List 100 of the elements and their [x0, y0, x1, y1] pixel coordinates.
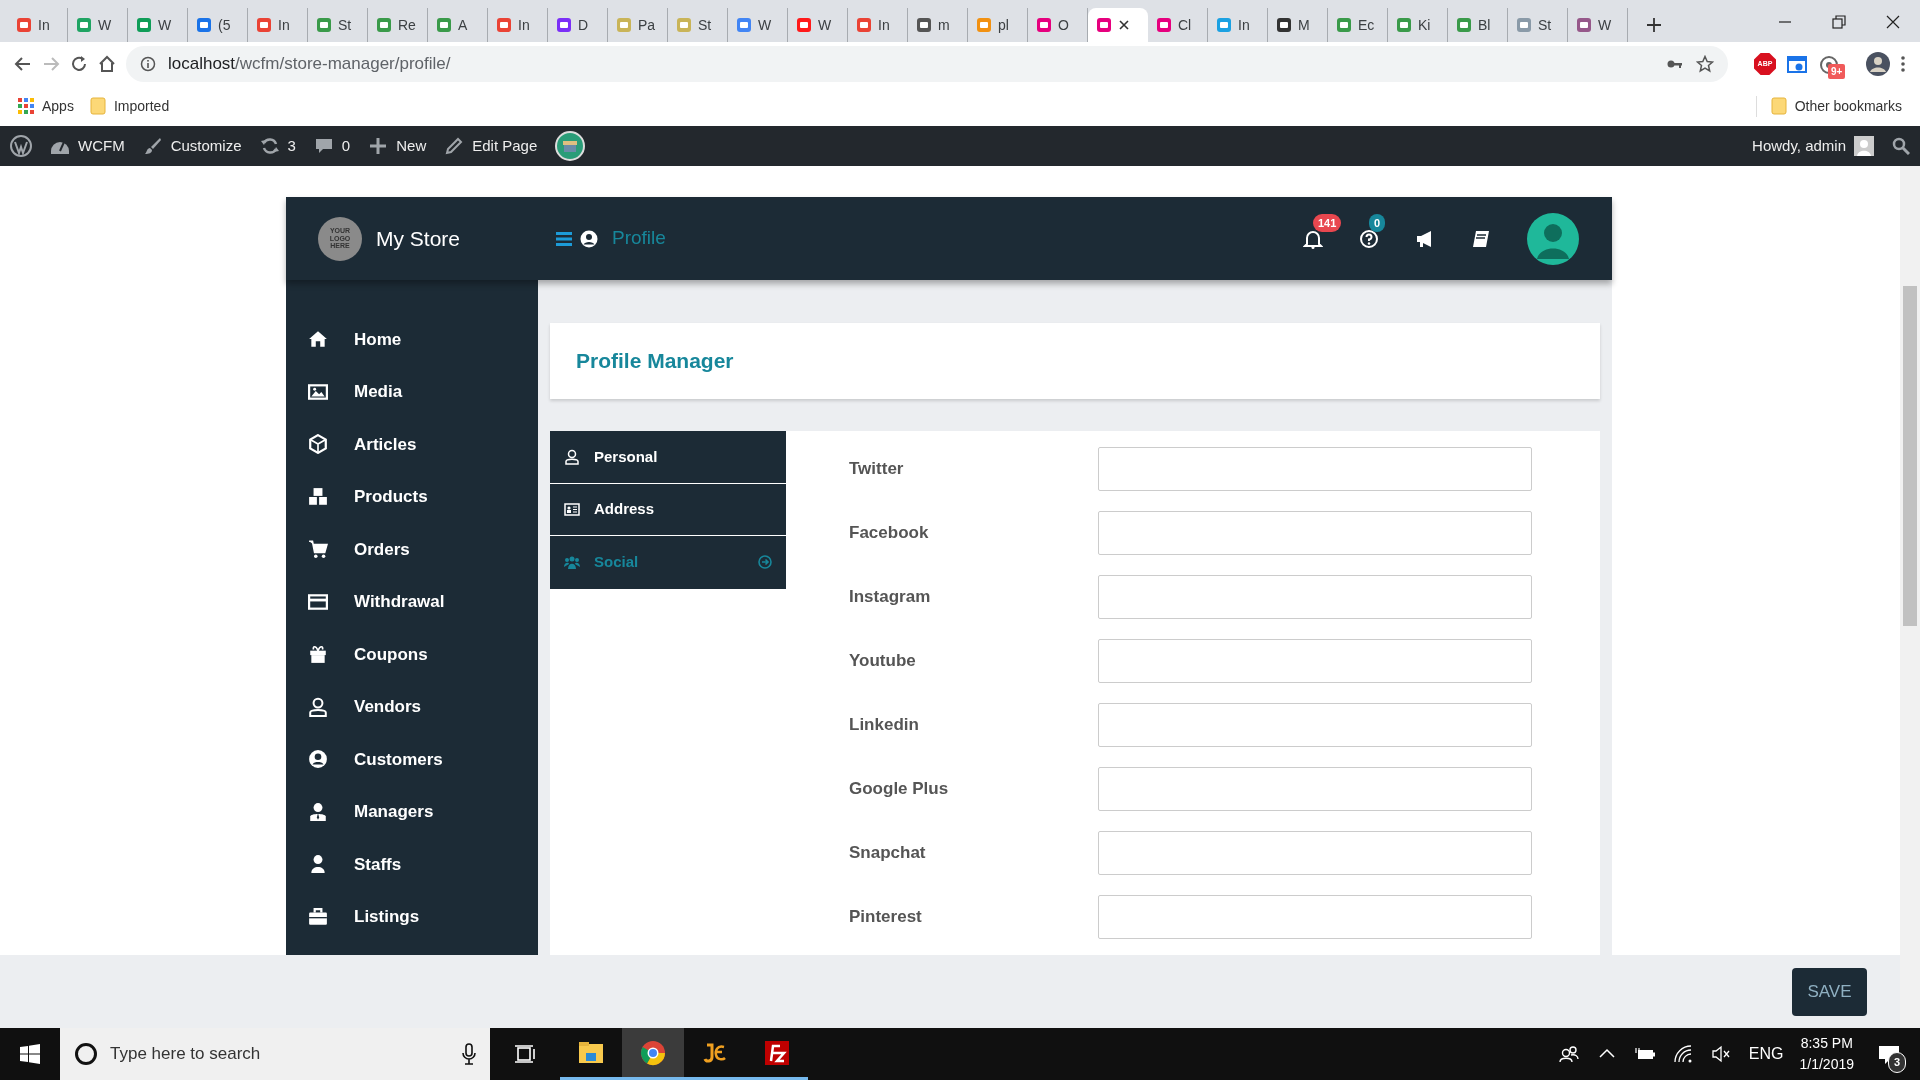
menu-icon[interactable]	[1900, 55, 1906, 73]
sidebar-item[interactable]: Listings	[286, 890, 538, 943]
input-field[interactable]	[1098, 639, 1532, 683]
input-field[interactable]	[1098, 511, 1532, 555]
restore-icon[interactable]	[1831, 14, 1847, 30]
new-tab-icon[interactable]	[1646, 17, 1662, 33]
muted-speaker-icon[interactable]	[1710, 1044, 1731, 1064]
menu-icon[interactable]	[556, 231, 572, 246]
sidebar-item[interactable]: Articles	[286, 418, 538, 471]
count-badge: 3	[1888, 1052, 1907, 1073]
count-badge: 141	[1313, 213, 1342, 232]
info-icon	[140, 56, 156, 72]
people-icon[interactable]	[1558, 1044, 1579, 1064]
input-field[interactable]	[1098, 895, 1532, 939]
back-icon[interactable]	[14, 55, 32, 73]
bookmark[interactable]: Imported	[89, 95, 170, 117]
bookmark[interactable]: Other bookmarks	[1755, 95, 1902, 117]
cart-icon	[308, 539, 328, 560]
user-circle-icon	[580, 229, 598, 248]
microphone-icon	[462, 1043, 476, 1065]
wifi-icon[interactable]	[1672, 1044, 1693, 1064]
close-icon[interactable]	[1885, 14, 1901, 30]
taskbar-app[interactable]	[622, 1028, 684, 1080]
sidebar-item[interactable]: Managers	[286, 785, 538, 838]
avatar[interactable]	[1527, 212, 1579, 265]
admin-bar-item[interactable]: 3	[259, 134, 296, 158]
cortana-icon	[74, 1042, 98, 1066]
admin-bar-item[interactable]: New	[368, 134, 427, 158]
scrollbar-thumb[interactable]	[1903, 286, 1917, 626]
help-icon[interactable]	[1359, 229, 1379, 250]
field-label: Instagram	[849, 586, 932, 609]
sidebar-item[interactable]: Vendors	[286, 680, 538, 733]
profile-avatar[interactable]	[1866, 52, 1890, 76]
save-button[interactable]: SAVE	[1792, 967, 1867, 1016]
input-field[interactable]	[1098, 831, 1532, 875]
field-label: Facebook	[849, 522, 930, 545]
field-label: Snapchat	[849, 842, 927, 865]
users-icon	[564, 554, 580, 571]
sidebar-item[interactable]: Orders	[286, 523, 538, 576]
scrollbar[interactable]	[1900, 166, 1920, 1028]
close-icon[interactable]	[1118, 19, 1130, 31]
sidebar-item[interactable]: Media	[286, 365, 538, 418]
browser-tab[interactable]	[1088, 8, 1148, 42]
book-icon[interactable]	[1471, 229, 1491, 250]
profile-tab[interactable]: Address	[550, 483, 786, 536]
taskbar-search-field[interactable]: Type here to search	[60, 1028, 490, 1080]
field-label: Linkedin	[849, 714, 920, 737]
admin-bar-item[interactable]: 0	[313, 134, 351, 158]
browser-logo-icon	[639, 1038, 667, 1067]
admin-bar-item[interactable]: Edit Page	[444, 134, 538, 158]
account-menu[interactable]: Howdy, admin	[1752, 134, 1874, 158]
home-icon[interactable]	[98, 55, 116, 73]
input-field[interactable]	[1098, 767, 1532, 811]
user-icon	[308, 854, 328, 875]
folder-icon	[89, 97, 106, 115]
breadcrumb-title: Profile	[612, 226, 666, 251]
sidebar-item[interactable]: Withdrawal	[286, 575, 538, 628]
user-icon	[308, 696, 328, 717]
comment-icon	[313, 136, 334, 156]
field-label: Youtube	[849, 650, 917, 673]
briefcase-icon	[308, 906, 328, 927]
count-badge: 0	[1369, 213, 1386, 232]
input-field[interactable]	[1098, 575, 1532, 619]
search-icon[interactable]	[1892, 137, 1910, 155]
windows-start-icon[interactable]	[20, 1044, 40, 1064]
bookmark[interactable]: Apps	[18, 95, 74, 117]
sidebar-item[interactable]: Products	[286, 470, 538, 523]
card-icon	[308, 591, 328, 612]
house-icon	[308, 329, 328, 350]
sidebar-item[interactable]: Customers	[286, 733, 538, 786]
field-label: Twitter	[849, 458, 905, 481]
arrow-circle-icon	[758, 555, 772, 570]
admin-bar-item[interactable]: Customize	[142, 134, 242, 158]
sidebar-item[interactable]: Coupons	[286, 628, 538, 681]
refresh-icon	[259, 136, 280, 156]
bell-icon[interactable]	[1303, 229, 1323, 250]
ftp-client-icon	[763, 1038, 791, 1067]
brush-icon	[142, 136, 163, 156]
language-indicator[interactable]: ENG	[1748, 1042, 1784, 1066]
user-icon	[564, 448, 580, 465]
task-view-icon[interactable]	[514, 1044, 536, 1064]
profile-tab[interactable]: Personal	[550, 431, 786, 484]
input-field[interactable]	[1098, 447, 1532, 491]
page-title: Profile Manager	[576, 348, 734, 375]
clock[interactable]: 8:35 PM 1/1/2019	[1799, 1033, 1854, 1075]
admin-bar-item[interactable]: WCFM	[50, 134, 125, 158]
field-label: Google Plus	[849, 778, 950, 801]
image-icon	[308, 381, 328, 402]
plus-icon	[368, 136, 389, 156]
store-icon[interactable]	[555, 131, 586, 161]
camera-icon[interactable]	[1786, 53, 1808, 75]
sidebar-item[interactable]: Home	[286, 313, 538, 366]
input-field[interactable]	[1098, 703, 1532, 747]
star-icon[interactable]	[1696, 55, 1714, 73]
wordpress-logo[interactable]	[10, 135, 32, 157]
sidebar-item[interactable]: Staffs	[286, 838, 538, 891]
folder-icon	[1770, 97, 1787, 115]
reload-icon[interactable]	[70, 55, 88, 73]
cubes-icon	[308, 486, 328, 507]
pencil-icon	[444, 136, 465, 156]
